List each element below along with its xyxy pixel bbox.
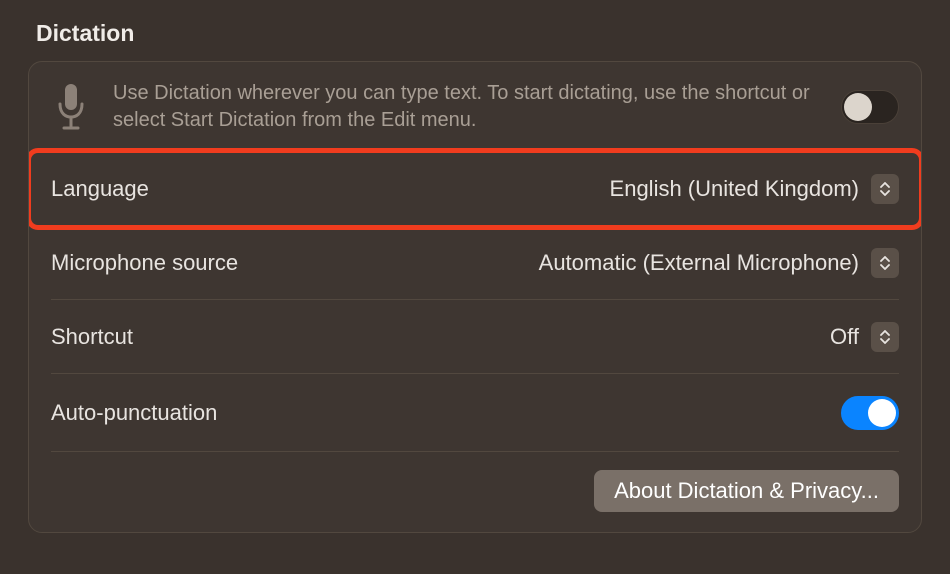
microphone-icon xyxy=(51,80,91,134)
language-value-group: English (United Kingdom) xyxy=(610,174,899,204)
language-stepper[interactable] xyxy=(871,174,899,204)
chevron-down-icon xyxy=(880,190,890,196)
autopunctuation-label: Auto-punctuation xyxy=(51,400,217,426)
section-title: Dictation xyxy=(28,20,922,47)
toggle-knob xyxy=(844,93,872,121)
dictation-header: Use Dictation wherever you can type text… xyxy=(29,62,921,152)
dictation-description: Use Dictation wherever you can type text… xyxy=(113,80,819,134)
shortcut-value-group: Off xyxy=(830,322,899,352)
autopunctuation-toggle[interactable] xyxy=(841,396,899,430)
footer-row: About Dictation & Privacy... xyxy=(29,452,921,532)
chevron-down-icon xyxy=(880,338,890,344)
shortcut-row[interactable]: Shortcut Off xyxy=(29,300,921,374)
autopunctuation-row: Auto-punctuation xyxy=(29,374,921,452)
chevron-up-icon xyxy=(880,256,890,262)
language-value: English (United Kingdom) xyxy=(610,176,859,202)
dictation-panel: Use Dictation wherever you can type text… xyxy=(28,61,922,533)
language-row[interactable]: Language English (United Kingdom) xyxy=(29,152,921,226)
language-label: Language xyxy=(51,176,149,202)
about-dictation-button[interactable]: About Dictation & Privacy... xyxy=(594,470,899,512)
microphone-stepper[interactable] xyxy=(871,248,899,278)
language-row-highlight-wrap: Language English (United Kingdom) xyxy=(28,152,922,226)
chevron-up-icon xyxy=(880,182,890,188)
chevron-up-icon xyxy=(880,330,890,336)
toggle-knob xyxy=(868,399,896,427)
dictation-toggle[interactable] xyxy=(841,90,899,124)
microphone-value: Automatic (External Microphone) xyxy=(539,250,859,276)
microphone-label: Microphone source xyxy=(51,250,238,276)
chevron-down-icon xyxy=(880,264,890,270)
shortcut-stepper[interactable] xyxy=(871,322,899,352)
shortcut-value: Off xyxy=(830,324,859,350)
microphone-row[interactable]: Microphone source Automatic (External Mi… xyxy=(29,226,921,300)
microphone-value-group: Automatic (External Microphone) xyxy=(539,248,899,278)
shortcut-label: Shortcut xyxy=(51,324,133,350)
